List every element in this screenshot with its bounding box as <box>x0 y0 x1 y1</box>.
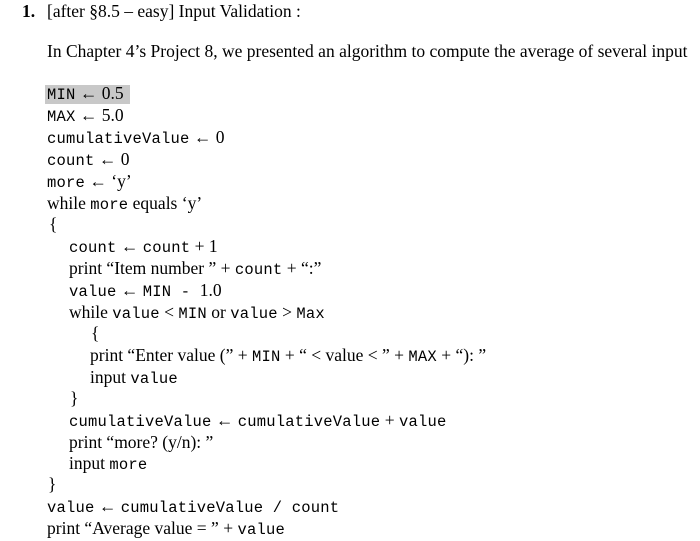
code-line-print-average: print “Average value = ” + value <box>47 518 285 540</box>
code-line-print-enter: print “Enter value (” + MIN + “ < value … <box>90 345 486 367</box>
code-identifier: value <box>398 413 447 431</box>
code-text: + “): ” <box>436 345 487 365</box>
code-identifier: cumulativeValue <box>237 413 381 431</box>
code-identifier: MAX <box>408 348 437 366</box>
problem-number: 1. <box>22 1 36 21</box>
code-text: print “Average value = ” + <box>47 518 238 538</box>
code-identifier: value <box>130 370 178 388</box>
code-text: or <box>206 302 231 322</box>
code-text: + 1 <box>190 236 218 256</box>
code-identifier: cumulativeValue / count <box>120 499 340 517</box>
code-identifier: count <box>142 239 191 257</box>
code-line-max: MAX ← 5.0 <box>47 105 124 127</box>
code-line-print-item: print “Item number ” + count + “:” <box>69 258 321 280</box>
code-text: while <box>47 193 91 213</box>
code-text: ← 0.5 <box>75 83 124 103</box>
code-line-print-more: print “more? (y/n): ” <box>69 432 214 452</box>
code-line-min: MIN ← 0.5 <box>45 83 130 105</box>
code-identifier: more <box>47 174 86 192</box>
code-line-more-init: more ← ‘y’ <box>47 171 132 193</box>
code-identifier: value <box>112 305 160 323</box>
code-line-count-init: count ← 0 <box>47 149 130 171</box>
code-text: ← 5.0 <box>75 105 124 125</box>
code-identifier: value <box>69 283 117 301</box>
code-text: equals ‘y’ <box>128 193 203 213</box>
code-identifier: cumulativeValue <box>47 130 190 148</box>
code-identifier: value <box>237 521 285 539</box>
code-identifier: MAX <box>47 108 76 126</box>
code-identifier: Max <box>296 305 325 323</box>
code-text: < <box>159 302 179 322</box>
code-line-value-init: value ← MIN - 1.0 <box>69 280 222 302</box>
code-line-while-more: while more equals ‘y’ <box>47 193 202 215</box>
code-open-brace: { <box>49 214 58 234</box>
code-line-count-incr: count ← count + 1 <box>69 236 218 258</box>
code-text: ← 0 <box>94 149 130 169</box>
code-text: + <box>380 410 399 430</box>
code-text: ← <box>116 280 143 300</box>
code-text: print “Item number ” + <box>69 258 235 278</box>
code-text: ← 0 <box>189 127 225 147</box>
code-text: > <box>277 302 297 322</box>
code-identifier: MIN <box>251 348 281 366</box>
code-text: 1.0 <box>199 280 222 300</box>
code-line-while-value: while value < MIN or value > Max <box>69 302 325 324</box>
code-identifier: more <box>109 456 148 474</box>
code-inner-open-brace: { <box>91 323 100 343</box>
code-identifier: cumulativeValue <box>69 413 212 431</box>
code-identifier: MIN <box>47 86 76 104</box>
code-text: + “:” <box>282 258 322 278</box>
code-line-average-calc: value ← cumulativeValue / count <box>47 496 339 518</box>
code-text: input <box>69 453 110 473</box>
code-identifier: count <box>234 261 283 279</box>
code-identifier: more <box>90 196 129 214</box>
problem-header: [after §8.5 – easy] Input Validation : <box>47 1 301 21</box>
code-identifier: MIN <box>178 305 207 323</box>
code-identifier: value <box>47 499 95 517</box>
code-inner-close-brace: } <box>70 388 79 408</box>
code-close-brace: } <box>48 474 57 494</box>
code-identifier: count <box>69 239 117 257</box>
code-identifier: count <box>47 152 95 170</box>
code-text: while <box>69 302 113 322</box>
intro-paragraph: In Chapter 4’s Project 8, we presented a… <box>47 41 688 61</box>
code-text: + “ < value < ” + <box>280 345 409 365</box>
code-line-input-more: input more <box>69 453 147 475</box>
code-text: print “Enter value (” + <box>90 345 252 365</box>
code-text: ← <box>94 496 121 516</box>
code-identifier: MIN - <box>142 283 200 301</box>
code-text: input <box>90 367 131 387</box>
code-line-input-value: input value <box>90 367 178 389</box>
code-line-cumulative-add: cumulativeValue ← cumulativeValue + valu… <box>69 410 446 432</box>
code-text: ← ‘y’ <box>85 171 132 191</box>
code-identifier: value <box>230 305 278 323</box>
code-text: ← <box>116 236 143 256</box>
code-text: ← <box>211 410 238 430</box>
code-line-cumulative-init: cumulativeValue ← 0 <box>47 127 225 149</box>
